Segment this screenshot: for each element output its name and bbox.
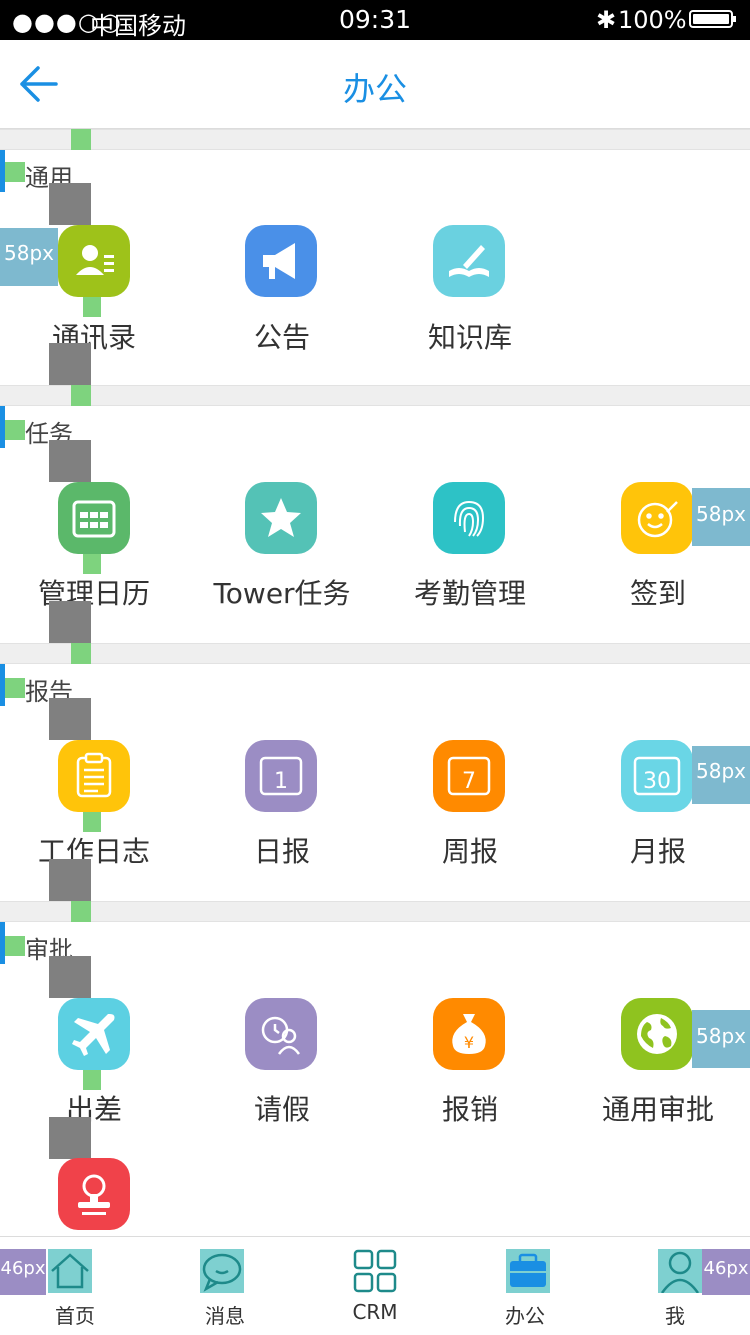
- megaphone-icon: [245, 225, 317, 297]
- tab-label: 首页: [55, 1304, 95, 1328]
- status-bar: ●●●○○ 中国移动 09:31 ✱ 100%: [0, 0, 750, 40]
- spacing-marker: [49, 698, 91, 740]
- measure-58-label: 58px: [692, 1010, 750, 1068]
- spacing-marker: [83, 812, 101, 832]
- chat-icon: [200, 1249, 244, 1293]
- spacing-marker: [49, 859, 91, 901]
- briefcase-icon: [506, 1249, 550, 1293]
- svg-text:7: 7: [462, 769, 476, 794]
- tab-messages[interactable]: 消息: [150, 1237, 300, 1335]
- tab-label: 我: [665, 1304, 685, 1328]
- tab-label: 办公: [505, 1304, 545, 1328]
- smile-sign-icon: [621, 482, 693, 554]
- fingerprint-icon: [433, 482, 505, 554]
- measure-58-label: 58px: [692, 488, 750, 546]
- spacing-marker: [49, 343, 91, 385]
- app-label: 知识库: [427, 321, 512, 354]
- home-icon: [48, 1249, 92, 1293]
- calendar-icon: [58, 482, 130, 554]
- grid-icon: [353, 1249, 397, 1293]
- spacing-marker: [71, 901, 91, 922]
- app-label: 管理日历: [37, 577, 150, 610]
- app-label: 通讯录: [51, 321, 136, 354]
- contacts-icon: [58, 225, 130, 297]
- section-general: 通用 58px 通讯录 公告 知识库: [0, 150, 750, 385]
- spacing-marker: [5, 162, 25, 182]
- bluetooth-icon: ✱: [596, 6, 617, 34]
- svg-text:¥: ¥: [464, 1033, 474, 1052]
- spacing-marker: [71, 385, 91, 406]
- tab-crm[interactable]: CRM: [300, 1237, 450, 1335]
- tab-home[interactable]: 首页: [0, 1237, 150, 1335]
- app-label: 公告: [253, 321, 310, 354]
- svg-text:30: 30: [643, 769, 671, 794]
- spacing-marker: [83, 297, 101, 317]
- measure-58-label: 58px: [692, 746, 750, 804]
- spacing-marker: [83, 1070, 101, 1090]
- measure-58-label: 58px: [0, 228, 58, 286]
- section-divider: [0, 643, 750, 664]
- section-divider: [0, 385, 750, 406]
- weekly-7-icon: 7: [433, 740, 505, 812]
- app-label: 周报: [441, 835, 498, 868]
- spacing-marker: [49, 956, 91, 998]
- spacing-marker: [5, 420, 25, 440]
- app-label: 日报: [253, 835, 310, 868]
- money-bag-icon: ¥: [433, 998, 505, 1070]
- section-approvals: 审批 出差 请假 ¥ 报销 58px 通用审批: [0, 922, 750, 1236]
- app-label: 工作日志: [37, 835, 150, 868]
- stamp-icon: [58, 1158, 130, 1230]
- app-label: 出差: [65, 1093, 122, 1126]
- tab-label: CRM: [352, 1300, 398, 1324]
- section-divider: [0, 901, 750, 922]
- book-icon: [433, 225, 505, 297]
- daily-1-icon: 1: [245, 740, 317, 812]
- nav-bar: 办公: [0, 40, 750, 129]
- section-tasks: 任务 管理日历 Tower任务 考勤管理 58px 签到: [0, 406, 750, 643]
- section-reports: 报告 工作日志 1 日报 7 周报 30 58px 月报: [0, 664, 750, 901]
- svg-text:1: 1: [274, 769, 288, 794]
- app-label: Tower任务: [213, 577, 351, 610]
- section-divider: [0, 129, 750, 150]
- spacing-marker: [5, 936, 25, 956]
- measure-46-label: 46px: [702, 1249, 750, 1295]
- spacing-marker: [49, 183, 91, 225]
- spacing-marker: [5, 678, 25, 698]
- app-label: 签到: [629, 577, 686, 610]
- tab-office[interactable]: 办公: [450, 1237, 600, 1335]
- star-icon: [245, 482, 317, 554]
- spacing-marker: [49, 601, 91, 643]
- app-label: 请假: [253, 1093, 310, 1126]
- globe-icon: [621, 998, 693, 1070]
- battery-percent: 100%: [618, 6, 687, 34]
- page-title: 办公: [342, 70, 407, 108]
- clipboard-icon: [58, 740, 130, 812]
- tab-label: 消息: [205, 1304, 245, 1328]
- app-label: 月报: [629, 835, 686, 868]
- spacing-marker: [71, 643, 91, 664]
- monthly-30-icon: 30: [621, 740, 693, 812]
- leave-icon: [245, 998, 317, 1070]
- app-label: 通用审批: [601, 1093, 714, 1126]
- tab-bar: 46px 首页 消息 CRM 办公 我 46px: [0, 1236, 750, 1335]
- battery-icon: [689, 10, 736, 28]
- spacing-marker: [49, 440, 91, 482]
- person-icon: [658, 1249, 702, 1294]
- app-label: 考勤管理: [413, 577, 526, 610]
- spacing-marker: [49, 1117, 91, 1159]
- airplane-icon: [58, 998, 130, 1070]
- spacing-marker: [71, 129, 91, 150]
- spacing-marker: [83, 554, 101, 574]
- app-label: 报销: [441, 1093, 498, 1126]
